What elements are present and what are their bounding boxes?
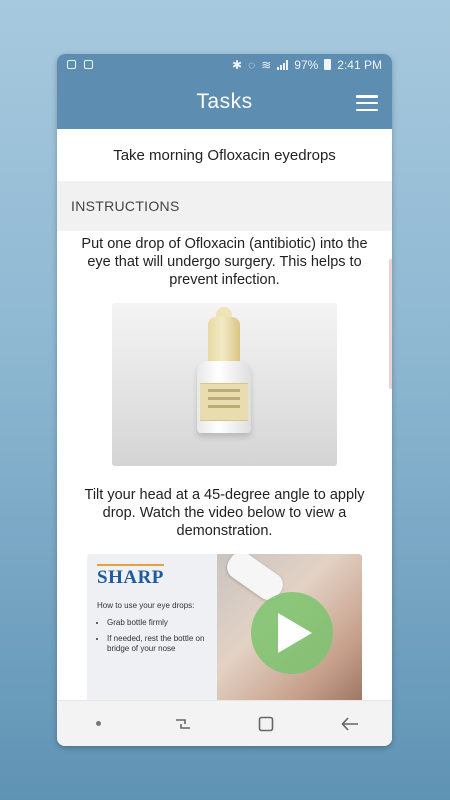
status-bar: ✱ ◌ ≋ 97% 2:41 PM <box>57 54 392 75</box>
video-bullet-list: Grab bottle firmly If needed, rest the b… <box>97 618 207 654</box>
play-icon[interactable] <box>251 592 333 674</box>
bluetooth-icon: ✱ <box>232 57 243 72</box>
task-content[interactable]: Take morning Ofloxacin eyedrops INSTRUCT… <box>57 129 392 701</box>
battery-icon <box>324 59 332 70</box>
video-heading: How to use your eye drops: <box>97 601 195 610</box>
clock: 2:41 PM <box>337 57 382 72</box>
sharp-logo: SHARP <box>97 564 164 589</box>
instruction-text-1: Put one drop of Ofloxacin (antibiotic) i… <box>81 236 368 288</box>
back-icon[interactable] <box>330 709 370 739</box>
video-slide: SHARP How to use your eye drops: Grab bo… <box>87 554 217 701</box>
home-icon[interactable] <box>246 709 286 739</box>
page-title: Tasks <box>196 90 253 113</box>
signal-icon <box>277 59 289 70</box>
task-title: Take morning Ofloxacin eyedrops <box>113 146 336 164</box>
demo-video[interactable]: SHARP How to use your eye drops: Grab bo… <box>87 554 362 701</box>
video-bullet: If needed, rest the bottle on bridge of … <box>107 634 207 654</box>
image-notification-icon <box>84 60 93 69</box>
dot-icon[interactable] <box>79 709 119 739</box>
video-bullet: Grab bottle firmly <box>107 618 207 628</box>
system-nav-bar <box>57 700 392 746</box>
wifi-icon: ≋ <box>261 57 272 72</box>
recents-icon[interactable] <box>163 709 203 739</box>
mute-icon: ◌ <box>248 57 256 72</box>
instructions-header: INSTRUCTIONS <box>57 181 392 231</box>
phone-screen: ✱ ◌ ≋ 97% 2:41 PM Tasks Take morning Ofl… <box>57 54 392 746</box>
app-bar: Tasks <box>57 75 392 129</box>
hamburger-menu-icon[interactable] <box>356 95 378 111</box>
eyedrop-bottle-image <box>112 303 337 466</box>
battery-percent: 97% <box>294 57 319 72</box>
edge-panel-handle[interactable] <box>389 259 392 389</box>
instruction-text-2: Tilt your head at a 45-degree angle to a… <box>84 487 365 539</box>
checklist-notification-icon <box>67 60 76 69</box>
